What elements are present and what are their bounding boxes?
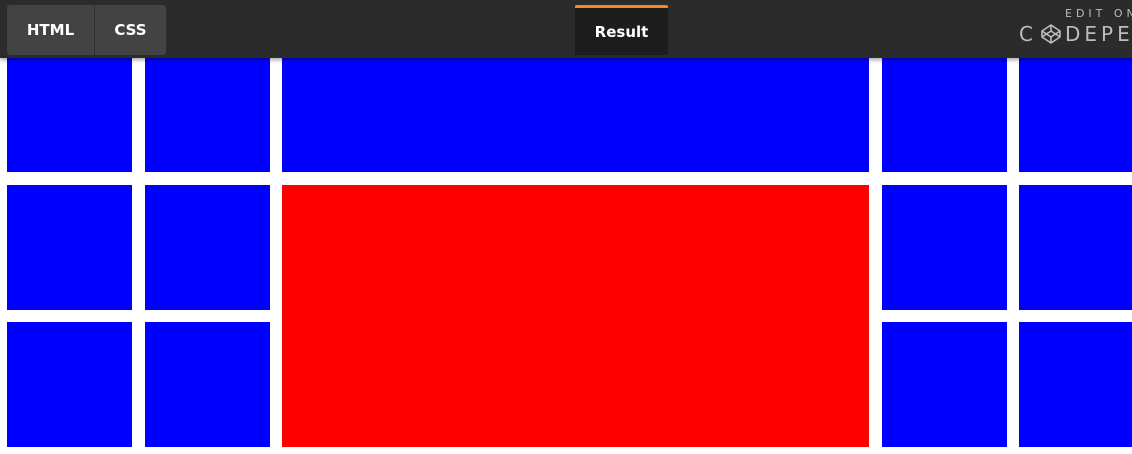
grid-tile: [145, 185, 270, 310]
tab-css[interactable]: CSS: [95, 5, 166, 55]
grid-tile: [145, 58, 270, 172]
tab-html[interactable]: HTML: [7, 5, 95, 55]
grid-tile: [1019, 322, 1132, 447]
brand-letter-c: C: [1019, 22, 1037, 46]
grid-tile: [882, 185, 1007, 310]
grid-tile: [1019, 185, 1132, 310]
grid-tile: [7, 185, 132, 310]
codepen-wordmark: C DEPEN: [1019, 22, 1132, 46]
brand-letters-depen: DEPEN: [1064, 22, 1132, 46]
codepen-logo-icon: [1040, 23, 1062, 45]
edit-on-codepen-link[interactable]: EDIT ON C DEPEN: [1019, 7, 1132, 49]
grid-tile: [1019, 58, 1132, 172]
grid-tile-highlighted: [282, 185, 869, 447]
grid-tile-wide: [282, 58, 869, 172]
tab-result[interactable]: Result: [575, 5, 668, 55]
grid-tile: [882, 58, 1007, 172]
result-preview: [0, 58, 1132, 454]
editor-tabs: HTML CSS: [7, 5, 166, 55]
edit-on-label: EDIT ON: [1065, 7, 1132, 20]
grid-tile: [7, 322, 132, 447]
grid-tile: [7, 58, 132, 172]
grid-tile: [145, 322, 270, 447]
codepen-embed-header: HTML CSS Result EDIT ON C DEPEN: [0, 0, 1132, 58]
grid-tile: [882, 322, 1007, 447]
